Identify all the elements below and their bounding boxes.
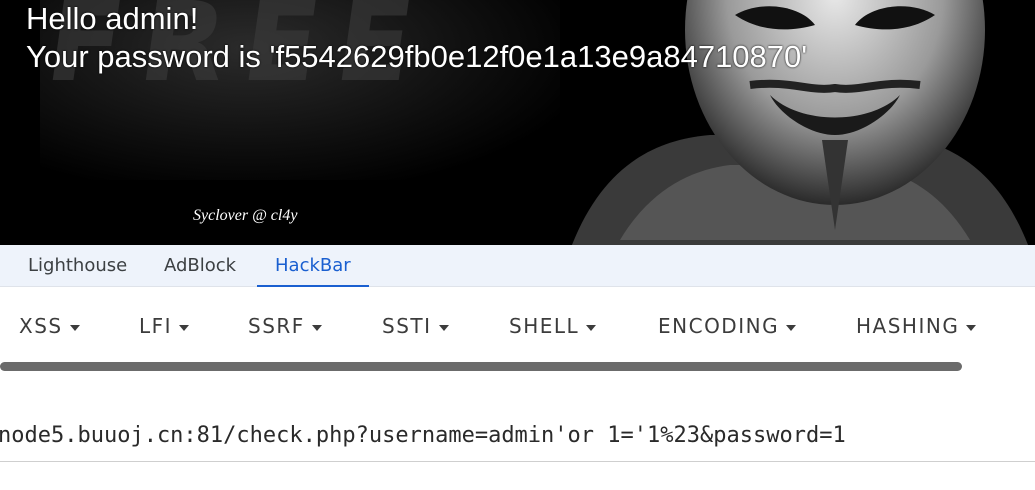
caret-down-icon [69,324,80,331]
tab-lighthouse[interactable]: Lighthouse [28,245,127,287]
page-signature: Syclover @ cl4y [193,207,298,224]
url-input[interactable]: node5.buuoj.cn:81/check.php?username=adm… [0,410,1035,462]
menu-lfi-label: LFI [139,314,173,338]
menu-ssti[interactable]: SSTI [382,311,449,341]
greeting-message: Hello admin! Your password is 'f5542629f… [26,0,807,76]
menu-encoding-label: ENCODING [658,314,780,338]
page-banner: FREE Hello admin! Your password is 'f554… [0,0,1035,245]
menu-lfi[interactable]: LFI [139,311,190,341]
caret-down-icon [311,324,322,331]
menu-encoding[interactable]: ENCODING [658,311,797,341]
horizontal-scrollbar[interactable] [0,362,962,371]
menu-hashing[interactable]: HASHING [856,311,977,341]
password-line: Your password is 'f5542629fb0e12f0e1a13e… [26,39,808,74]
menu-xss[interactable]: XSS [19,311,80,341]
caret-down-icon [966,324,977,331]
tab-hackbar[interactable]: HackBar [257,245,369,287]
caret-down-icon [438,324,449,331]
menu-shell-label: SHELL [509,314,580,338]
caret-down-icon [179,324,190,331]
devtools-tabbar: Lighthouse AdBlock HackBar [0,245,1035,287]
menu-ssti-label: SSTI [382,314,432,338]
hackbar-menu: XSS LFI SSRF SSTI SHELL ENCODING HASHING [0,287,1035,367]
menu-hashing-label: HASHING [856,314,960,338]
caret-down-icon [786,324,797,331]
url-input-value: node5.buuoj.cn:81/check.php?username=adm… [0,423,846,448]
tab-adblock[interactable]: AdBlock [164,245,236,287]
menu-xss-label: XSS [19,314,63,338]
greeting-line: Hello admin! [26,1,199,36]
menu-shell[interactable]: SHELL [509,311,597,341]
menu-ssrf[interactable]: SSRF [248,311,322,341]
caret-down-icon [586,324,597,331]
menu-ssrf-label: SSRF [248,314,305,338]
